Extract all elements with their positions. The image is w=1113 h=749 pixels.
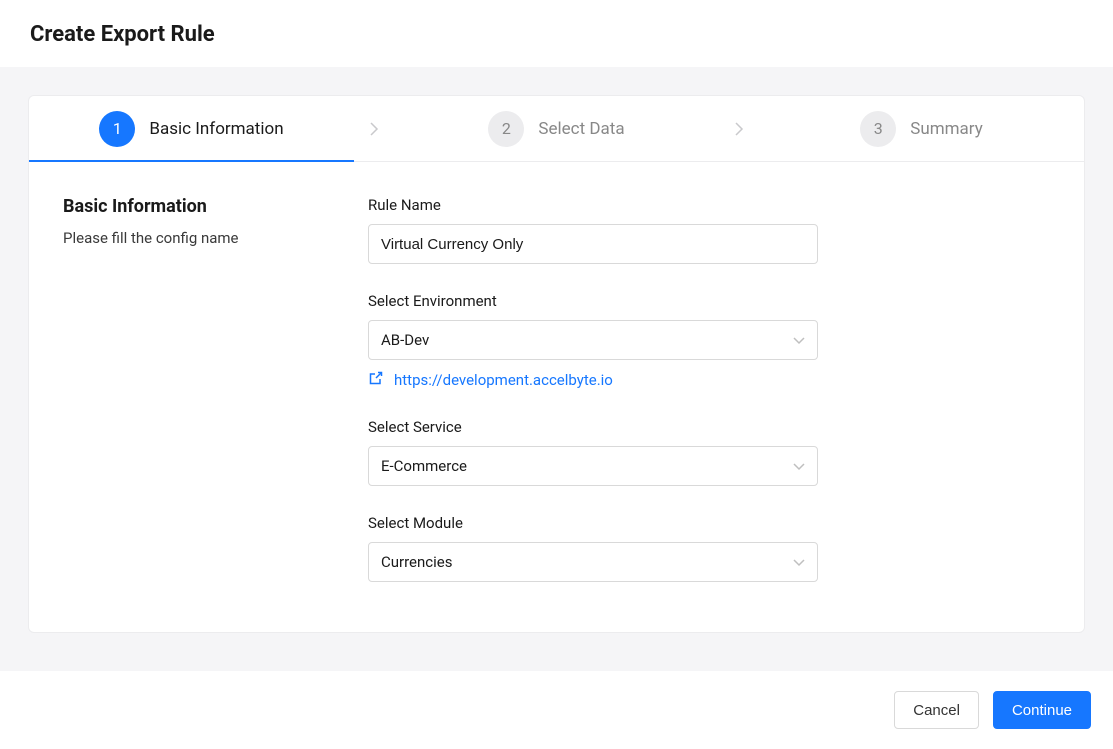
wizard-steps: 1 Basic Information 2 Select Data 3 Summ bbox=[29, 96, 1084, 162]
module-label: Select Module bbox=[368, 514, 818, 532]
environment-select[interactable]: AB-Dev bbox=[368, 320, 818, 360]
continue-button[interactable]: Continue bbox=[993, 691, 1091, 729]
step-basic-information[interactable]: 1 Basic Information bbox=[29, 96, 354, 161]
wizard-card: 1 Basic Information 2 Select Data 3 Summ bbox=[28, 95, 1085, 633]
environment-label: Select Environment bbox=[368, 292, 818, 310]
step-label: Select Data bbox=[538, 119, 624, 139]
section-subtitle: Please fill the config name bbox=[63, 229, 358, 247]
chevron-down-icon bbox=[793, 331, 805, 349]
step-number: 1 bbox=[99, 111, 135, 147]
section-info: Basic Information Please fill the config… bbox=[63, 196, 358, 592]
step-number: 2 bbox=[488, 111, 524, 147]
page-title: Create Export Rule bbox=[0, 0, 1113, 67]
step-label: Summary bbox=[910, 119, 982, 139]
external-link-icon bbox=[368, 370, 384, 390]
environment-url-link[interactable]: https://development.accelbyte.io bbox=[368, 370, 613, 390]
footer-actions: Cancel Continue bbox=[0, 671, 1113, 749]
environment-url-text: https://development.accelbyte.io bbox=[394, 371, 613, 389]
chevron-down-icon bbox=[793, 457, 805, 475]
module-select[interactable]: Currencies bbox=[368, 542, 818, 582]
field-service: Select Service E-Commerce bbox=[368, 418, 818, 486]
form-fields: Rule Name Select Environment AB-Dev bbox=[368, 196, 818, 592]
chevron-right-icon bbox=[354, 96, 394, 161]
service-label: Select Service bbox=[368, 418, 818, 436]
chevron-right-icon bbox=[719, 96, 759, 161]
service-value: E-Commerce bbox=[381, 457, 467, 475]
section-title: Basic Information bbox=[63, 196, 358, 217]
step-label: Basic Information bbox=[149, 119, 283, 139]
chevron-down-icon bbox=[793, 553, 805, 571]
rule-name-label: Rule Name bbox=[368, 196, 818, 214]
step-select-data[interactable]: 2 Select Data bbox=[394, 96, 719, 161]
step-number: 3 bbox=[860, 111, 896, 147]
field-rule-name: Rule Name bbox=[368, 196, 818, 264]
form-content: Basic Information Please fill the config… bbox=[29, 162, 1084, 632]
cancel-button[interactable]: Cancel bbox=[894, 691, 979, 729]
service-select[interactable]: E-Commerce bbox=[368, 446, 818, 486]
rule-name-input[interactable] bbox=[368, 224, 818, 264]
field-module: Select Module Currencies bbox=[368, 514, 818, 582]
environment-value: AB-Dev bbox=[381, 331, 429, 349]
field-environment: Select Environment AB-Dev bbox=[368, 292, 818, 390]
step-summary[interactable]: 3 Summary bbox=[759, 96, 1084, 161]
content-background: 1 Basic Information 2 Select Data 3 Summ bbox=[0, 67, 1113, 671]
module-value: Currencies bbox=[381, 553, 453, 571]
